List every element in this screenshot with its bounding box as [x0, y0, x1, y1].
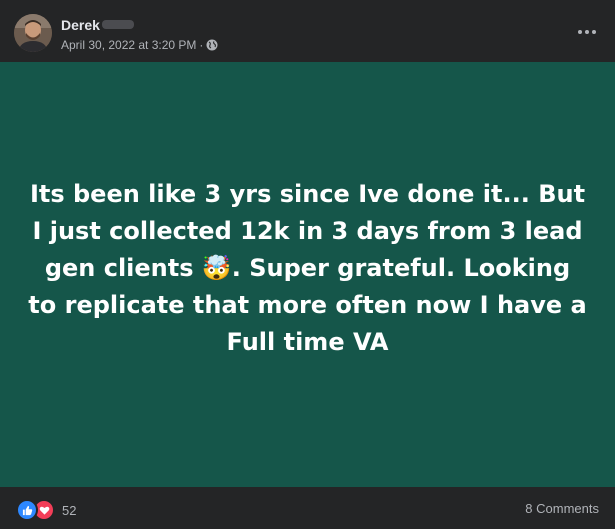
author-name[interactable]: Derek	[61, 16, 100, 34]
comments-count-link[interactable]: 8 Comments	[525, 501, 599, 516]
more-options-icon[interactable]	[575, 22, 599, 42]
globe-icon[interactable]	[206, 39, 218, 51]
post-card: Derek April 30, 2022 at 3:20 PM · Its be…	[0, 0, 615, 529]
like-icon	[16, 499, 38, 521]
reaction-count: 52	[62, 502, 77, 518]
author-avatar[interactable]	[14, 14, 52, 52]
post-meta: April 30, 2022 at 3:20 PM ·	[61, 37, 218, 53]
post-text: Its been like 3 yrs since Ive done it...…	[28, 180, 587, 356]
meta-separator: ·	[199, 38, 204, 52]
post-header: Derek April 30, 2022 at 3:20 PM ·	[0, 0, 615, 62]
post-timestamp[interactable]: April 30, 2022 at 3:20 PM	[61, 37, 196, 53]
reactions-summary[interactable]: 52	[16, 499, 76, 521]
post-footer: 52 8 Comments	[0, 487, 615, 529]
redacted-surname	[102, 20, 134, 29]
avatar-photo	[14, 14, 52, 52]
post-content-background: Its been like 3 yrs since Ive done it...…	[0, 62, 615, 487]
